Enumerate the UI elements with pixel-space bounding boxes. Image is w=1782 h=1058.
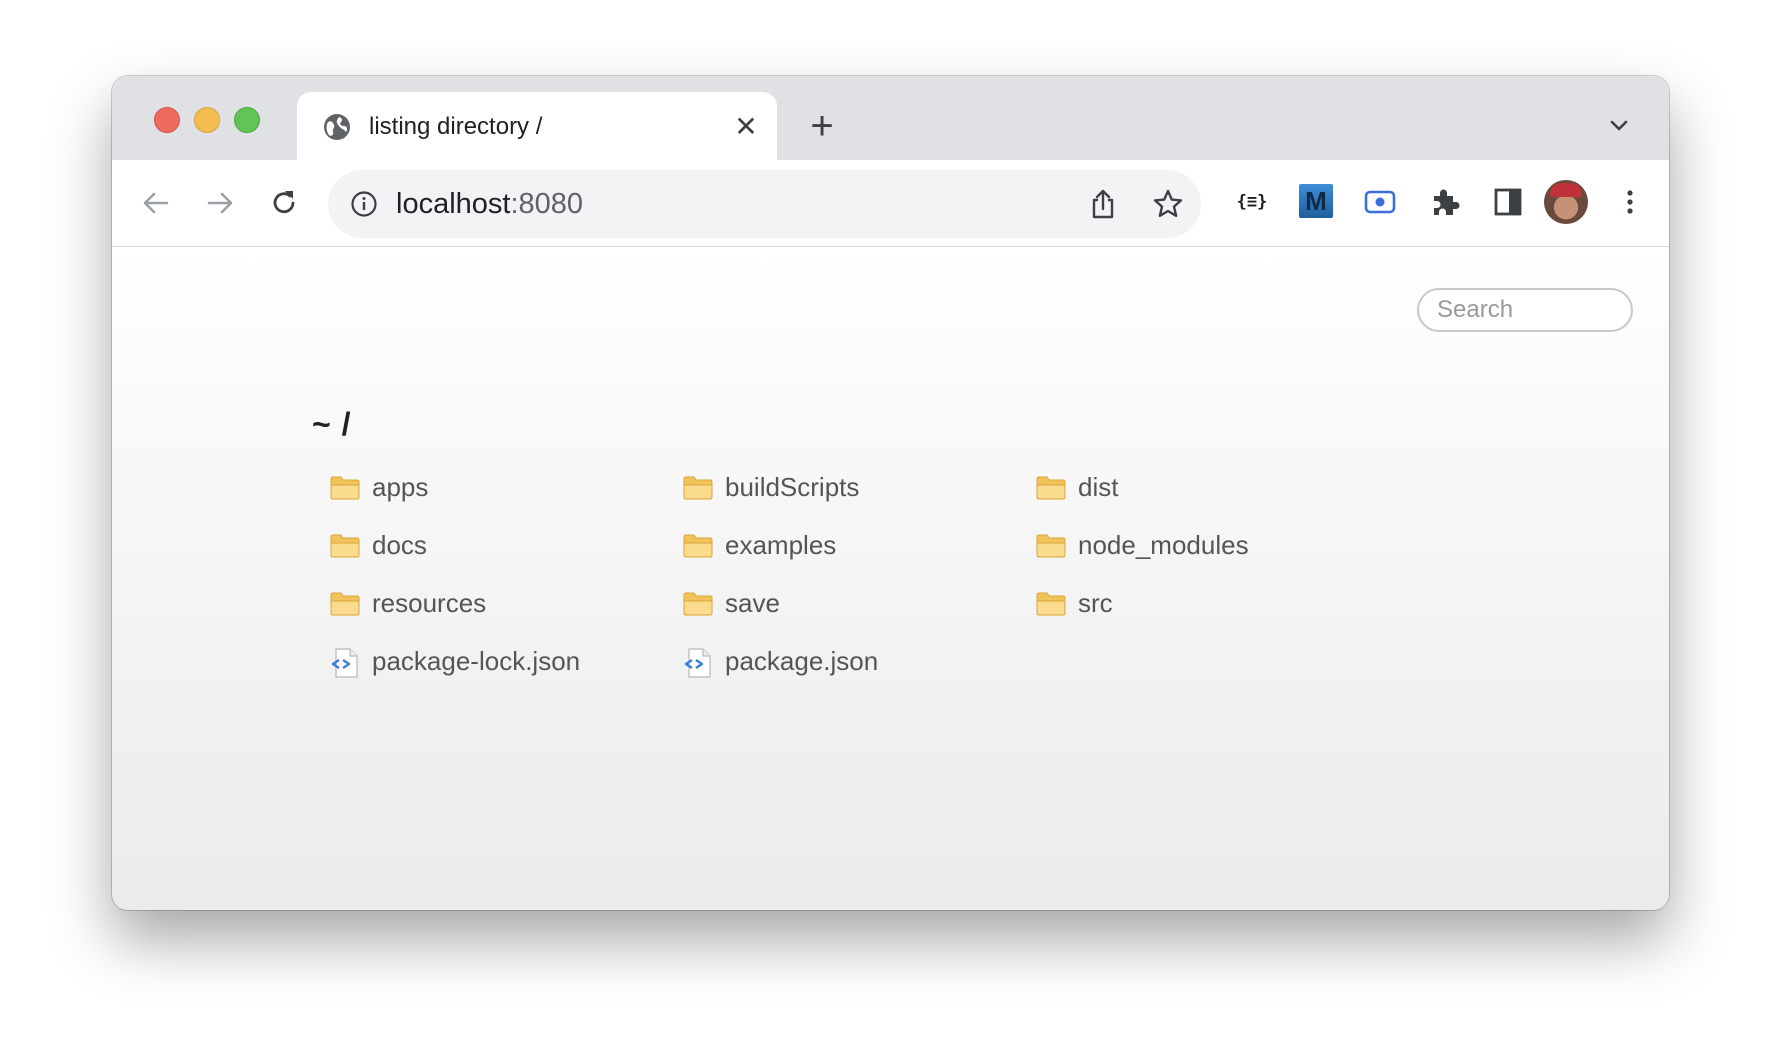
folder-icon — [1036, 590, 1066, 616]
entry-name: docs — [372, 529, 427, 560]
screen-record-extension-icon[interactable] — [1362, 184, 1398, 220]
bookmark-star-icon[interactable] — [1152, 188, 1184, 220]
zoom-window-button[interactable] — [234, 107, 260, 133]
page-content: ~ / apps buildScripts dist docs examples node… — [112, 247, 1669, 910]
entry-name: package.json — [725, 645, 879, 676]
folder-link[interactable]: node_modules — [1036, 525, 1249, 565]
forward-arrow-icon[interactable] — [202, 185, 238, 221]
entry-name: apps — [372, 471, 429, 502]
entry-name: src — [1078, 587, 1113, 618]
tab-strip: listing directory / ✕ + — [112, 76, 1669, 160]
address-bar[interactable]: localhost:8080 — [328, 170, 1201, 238]
tab-title: listing directory / — [369, 113, 543, 140]
folder-link[interactable]: apps — [330, 467, 428, 507]
json-file-icon — [683, 648, 713, 678]
reload-icon[interactable] — [266, 185, 302, 221]
toolbar: localhost:8080 {≡} M — [112, 160, 1669, 247]
folder-icon — [1036, 532, 1066, 558]
entry-name: package-lock.json — [372, 645, 581, 676]
json-file-icon — [330, 648, 360, 678]
entry-name: examples — [725, 529, 837, 560]
folder-icon — [683, 590, 713, 616]
url-port: :8080 — [510, 188, 584, 220]
puzzle-extensions-icon[interactable] — [1426, 184, 1462, 220]
file-link[interactable]: package-lock.json — [330, 641, 580, 681]
profile-avatar[interactable] — [1544, 180, 1588, 224]
m-extension-icon[interactable]: M — [1299, 184, 1333, 218]
search-input[interactable] — [1417, 288, 1633, 332]
folder-icon — [683, 532, 713, 558]
chevron-down-icon[interactable] — [1607, 114, 1631, 138]
back-arrow-icon[interactable] — [138, 185, 174, 221]
page-title: ~ / — [312, 406, 352, 442]
entry-name: save — [725, 587, 780, 618]
browser-window: listing directory / ✕ + localhost:8080 {… — [112, 76, 1669, 910]
folder-link[interactable]: src — [1036, 583, 1113, 623]
folder-icon — [1036, 474, 1066, 500]
folder-link[interactable]: save — [683, 583, 780, 623]
entry-name: buildScripts — [725, 471, 860, 502]
close-tab-icon[interactable]: ✕ — [731, 112, 761, 142]
entry-name: node_modules — [1078, 529, 1249, 560]
info-icon[interactable] — [350, 190, 378, 218]
more-menu-icon[interactable] — [1612, 184, 1648, 220]
file-link[interactable]: package.json — [683, 641, 878, 681]
json-viewer-extension-icon[interactable]: {≡} — [1234, 184, 1270, 220]
tab-active[interactable]: listing directory / ✕ — [297, 92, 777, 160]
entry-name: dist — [1078, 471, 1119, 502]
folder-link[interactable]: buildScripts — [683, 467, 859, 507]
folder-icon — [330, 532, 360, 558]
new-tab-button[interactable]: + — [802, 106, 842, 146]
url-host: localhost — [396, 188, 511, 220]
url-text[interactable]: localhost:8080 — [396, 187, 583, 221]
folder-icon — [330, 590, 360, 616]
folder-link[interactable]: resources — [330, 583, 486, 623]
share-icon[interactable] — [1088, 188, 1118, 220]
folder-link[interactable]: docs — [330, 525, 427, 565]
close-window-button[interactable] — [154, 107, 180, 133]
folder-link[interactable]: dist — [1036, 467, 1118, 507]
minimize-window-button[interactable] — [194, 107, 220, 133]
folder-icon — [683, 474, 713, 500]
entry-name: resources — [372, 587, 487, 618]
globe-icon — [324, 114, 350, 140]
side-panel-icon[interactable] — [1490, 184, 1526, 220]
folder-link[interactable]: examples — [683, 525, 836, 565]
folder-icon — [330, 474, 360, 500]
